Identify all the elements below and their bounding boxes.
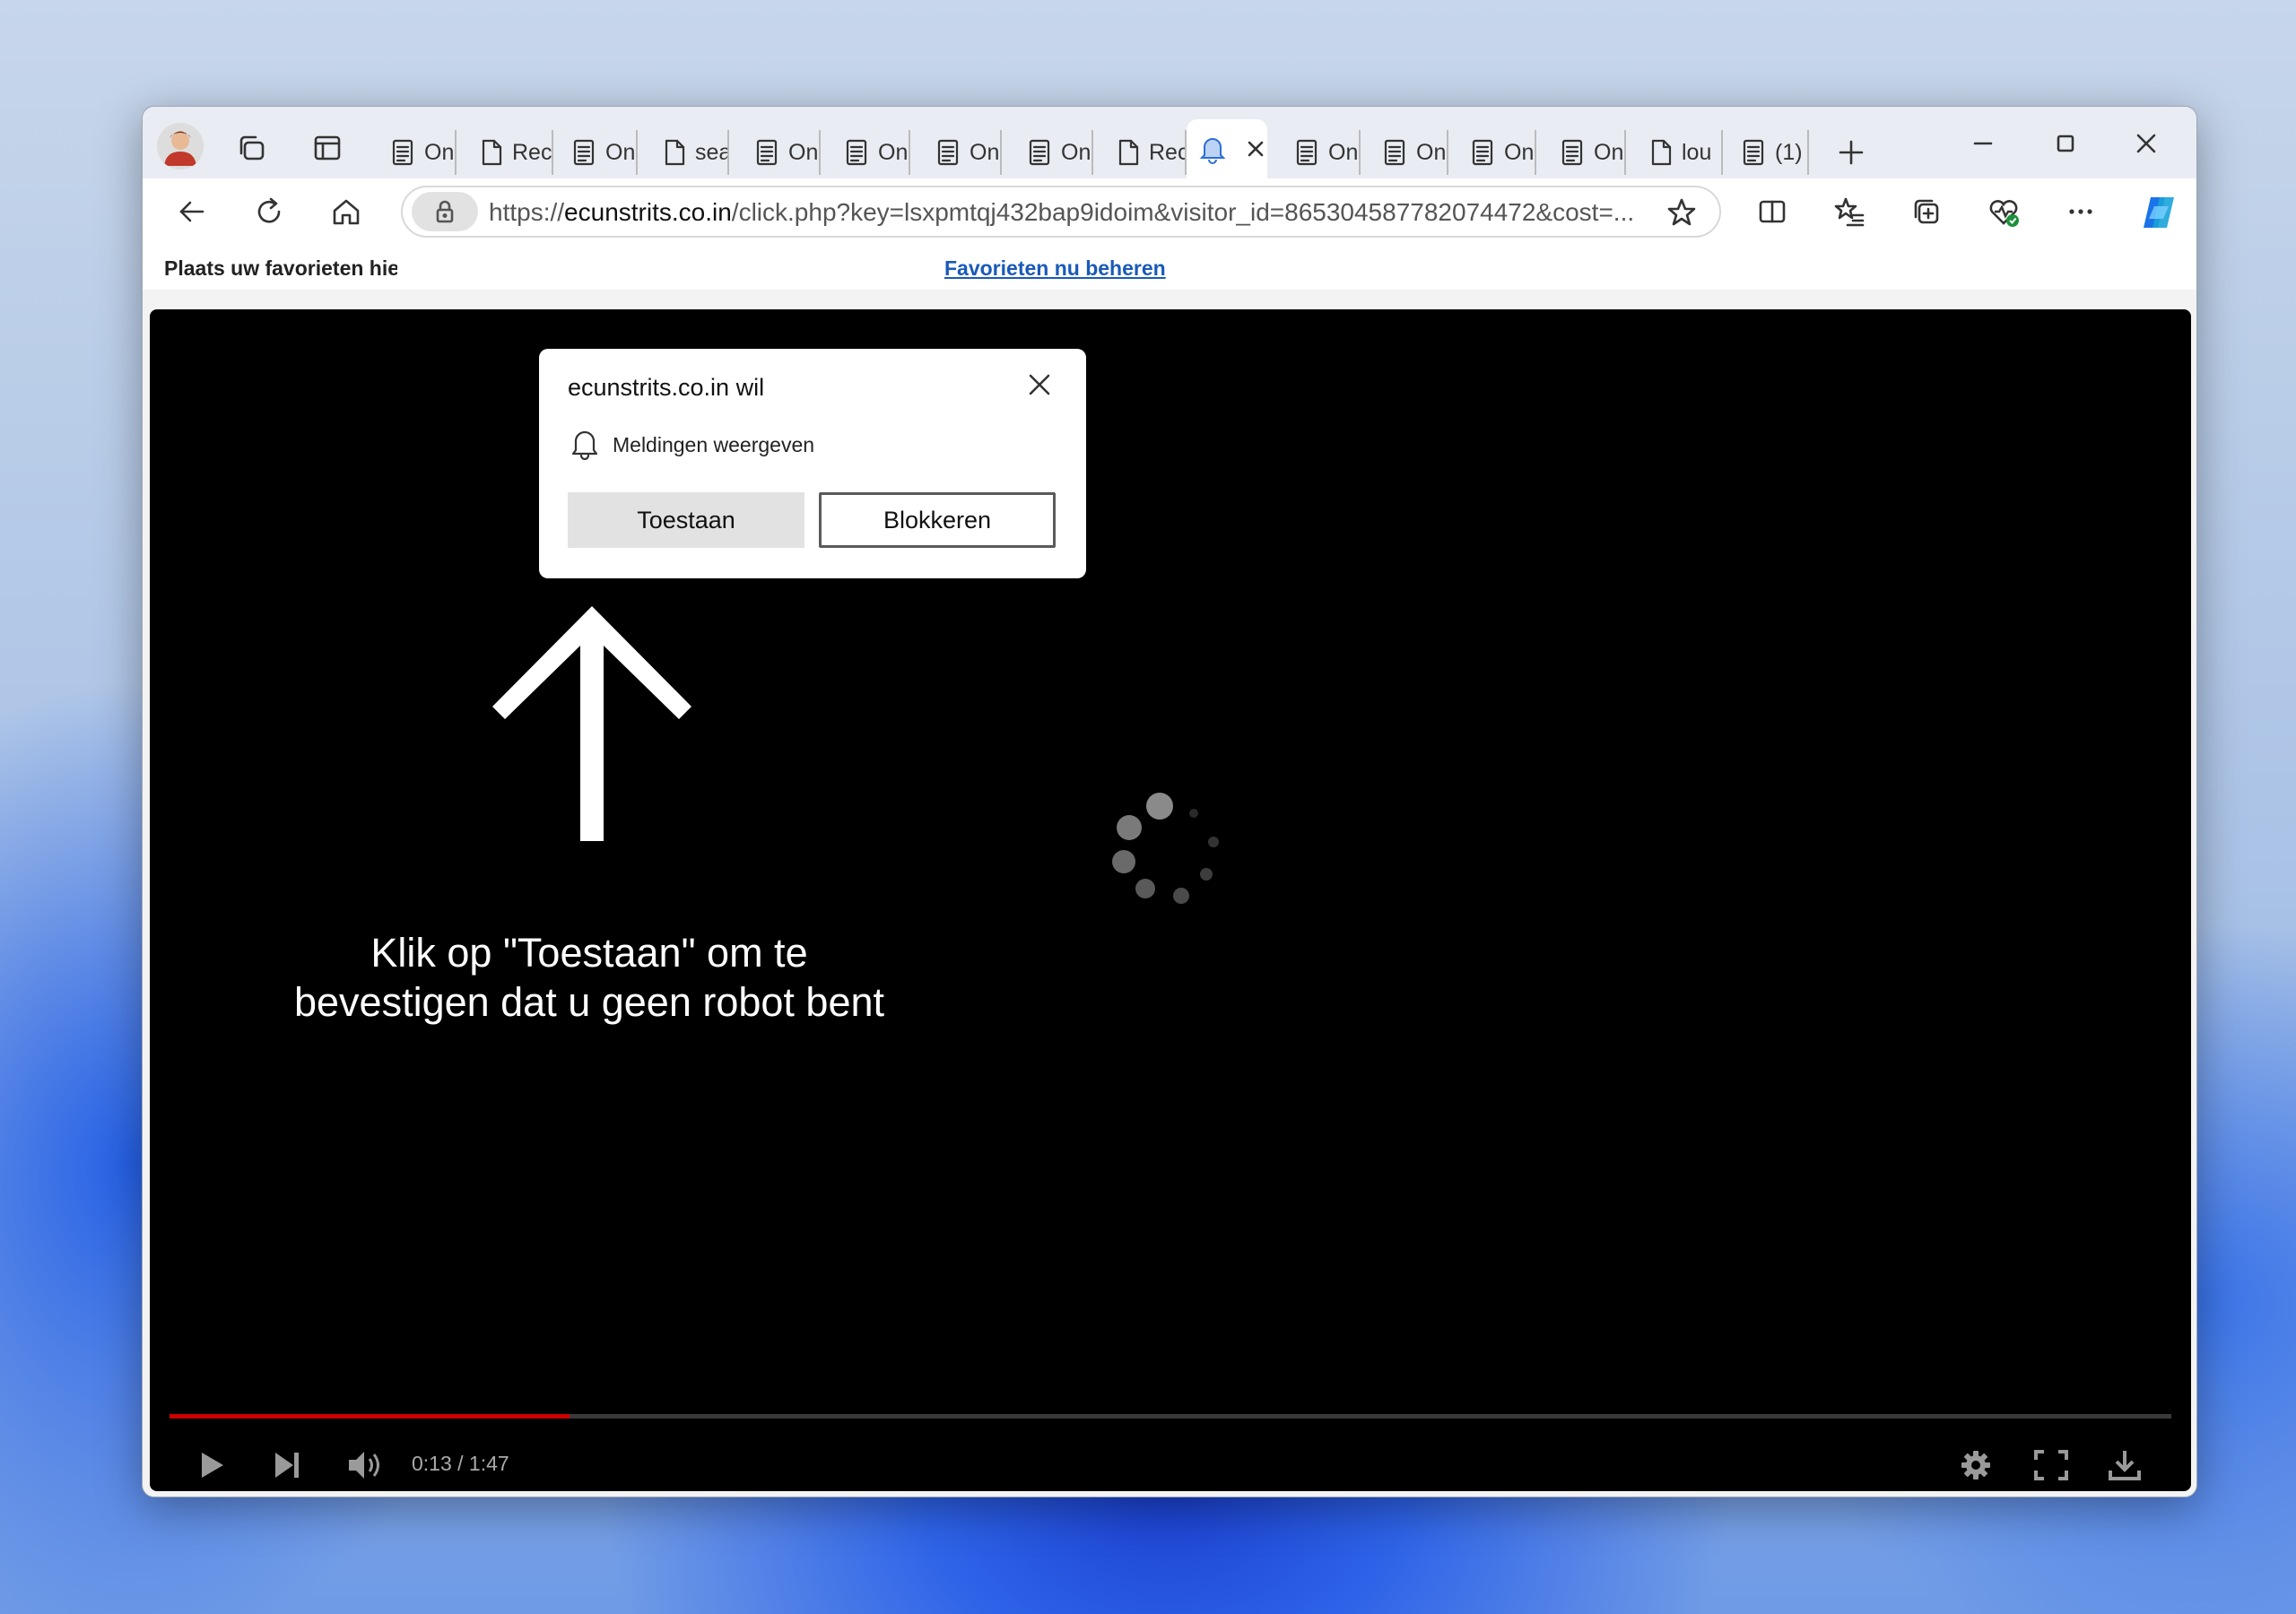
copilot-icon[interactable] xyxy=(2135,189,2182,236)
popup-close-button[interactable] xyxy=(1022,367,1057,403)
document-icon xyxy=(1560,139,1585,166)
minimize-button[interactable] xyxy=(1956,121,2010,166)
notification-permission-popup: ecunstrits.co.in wil Meldingen weergeven… xyxy=(539,349,1086,578)
document-icon xyxy=(1294,139,1319,166)
popup-title: ecunstrits.co.in wil xyxy=(568,374,765,401)
site-info-button[interactable] xyxy=(412,192,478,231)
favorite-star-icon[interactable] xyxy=(1662,193,1701,232)
loading-spinner-icon xyxy=(1106,781,1231,911)
document-icon xyxy=(390,139,415,166)
close-window-button[interactable] xyxy=(2119,121,2173,166)
settings-gear-icon[interactable] xyxy=(1952,1443,1999,1488)
refresh-button[interactable] xyxy=(247,189,291,234)
browser-tab[interactable]: On xyxy=(1289,130,1361,175)
fullscreen-icon[interactable] xyxy=(2028,1443,2074,1488)
tab-label: On xyxy=(424,139,455,165)
tab-label: Rec xyxy=(1149,139,1185,165)
tab-label: On xyxy=(788,139,819,165)
allow-button[interactable]: Toestaan xyxy=(568,492,804,548)
browser-tab[interactable]: On xyxy=(839,130,910,175)
address-bar[interactable]: https://ecunstrits.co.in/click.php?key=l… xyxy=(401,186,1721,238)
block-button[interactable]: Blokkeren xyxy=(819,492,1056,548)
tab-label: On xyxy=(605,139,636,165)
bell-icon xyxy=(1197,134,1228,164)
tab-label: On xyxy=(1504,139,1535,165)
browser-tab[interactable]: On xyxy=(930,130,1002,175)
tab-label: Rec xyxy=(512,139,552,165)
document-icon xyxy=(1470,139,1495,166)
play-button[interactable] xyxy=(189,1443,234,1488)
more-menu-icon[interactable] xyxy=(2058,189,2103,234)
tab-label: On xyxy=(878,139,909,165)
video-progress-fill xyxy=(170,1414,570,1419)
browser-tab[interactable]: On xyxy=(566,130,638,175)
permission-text: Meldingen weergeven xyxy=(613,433,815,456)
video-page: Klik op "Toestaan" om te bevestigen dat … xyxy=(150,309,2191,1491)
page-icon xyxy=(663,139,686,166)
video-time: 0:13 / 1:47 xyxy=(412,1452,509,1475)
page-icon xyxy=(480,139,503,166)
favorites-bar-text: Plaats uw favorieten hier xyxy=(164,256,397,280)
browser-tab[interactable]: On xyxy=(385,130,457,175)
tab-bar: On Rec On sea On On On On Rec On On On On lou (1) xyxy=(143,107,2196,178)
document-icon xyxy=(1741,139,1766,166)
download-icon[interactable] xyxy=(2101,1443,2148,1488)
bell-icon xyxy=(570,428,600,464)
browser-tab[interactable]: Rec xyxy=(1111,130,1187,175)
page-icon xyxy=(1117,139,1140,166)
volume-button[interactable] xyxy=(342,1443,390,1488)
document-icon xyxy=(1027,139,1052,166)
browser-tab[interactable]: sea xyxy=(657,130,729,175)
page-icon xyxy=(1649,139,1673,166)
favorites-icon[interactable] xyxy=(1827,189,1872,234)
new-tab-button[interactable] xyxy=(1829,130,1874,175)
browser-tab[interactable]: On xyxy=(749,130,821,175)
browser-tab[interactable]: On xyxy=(1554,130,1626,175)
document-icon xyxy=(571,139,596,166)
tab-label: (1) xyxy=(1775,139,1803,165)
browser-tab[interactable]: lou xyxy=(1644,130,1723,175)
tab-active[interactable] xyxy=(1187,119,1267,178)
tab-label: On xyxy=(1061,139,1091,165)
vertical-tabs-icon[interactable] xyxy=(308,128,347,168)
favorites-bar: Plaats uw favorieten hier Favorieten nu … xyxy=(143,245,2196,290)
browser-tab[interactable]: On xyxy=(1022,130,1093,175)
home-button[interactable] xyxy=(324,189,369,234)
collections-icon[interactable] xyxy=(1904,189,1949,234)
tab-label: On xyxy=(1594,139,1624,165)
instruction-message: Klik op "Toestaan" om te bevestigen dat … xyxy=(293,930,884,1025)
next-button[interactable] xyxy=(265,1443,309,1488)
video-controls: 0:13 / 1:47 xyxy=(150,1437,2191,1491)
browser-tab[interactable]: (1) xyxy=(1735,130,1809,175)
tab-label: sea xyxy=(695,139,727,165)
tab-label: On xyxy=(1416,139,1447,165)
browser-tab[interactable]: On xyxy=(1377,130,1448,175)
document-icon xyxy=(935,139,961,166)
document-icon xyxy=(844,139,869,166)
split-screen-icon[interactable] xyxy=(1750,189,1795,234)
manage-favorites-link[interactable]: Favorieten nu beheren xyxy=(944,256,1166,281)
tab-label: On xyxy=(970,139,1000,165)
video-progress-bar[interactable] xyxy=(170,1414,2171,1419)
document-icon xyxy=(754,139,779,166)
up-arrow-icon xyxy=(489,599,695,855)
url-text[interactable]: https://ecunstrits.co.in/click.php?key=l… xyxy=(489,198,1637,227)
workspaces-icon[interactable] xyxy=(232,128,272,168)
browser-essentials-icon[interactable] xyxy=(1981,189,2026,234)
browser-tab[interactable]: On xyxy=(1465,130,1536,175)
tab-label: On xyxy=(1328,139,1359,165)
document-icon xyxy=(1382,139,1407,166)
tab-label: lou xyxy=(1682,139,1712,165)
back-button[interactable] xyxy=(170,189,214,234)
close-tab-icon[interactable] xyxy=(1246,139,1265,159)
lock-icon xyxy=(436,200,454,223)
maximize-button[interactable] xyxy=(2039,121,2092,166)
browser-window: On Rec On sea On On On On Rec On On On On lou (1) http… xyxy=(142,106,2197,1497)
profile-avatar[interactable] xyxy=(157,123,204,169)
navigation-toolbar: https://ecunstrits.co.in/click.php?key=l… xyxy=(143,178,2196,245)
browser-tab[interactable]: Rec xyxy=(474,130,553,175)
